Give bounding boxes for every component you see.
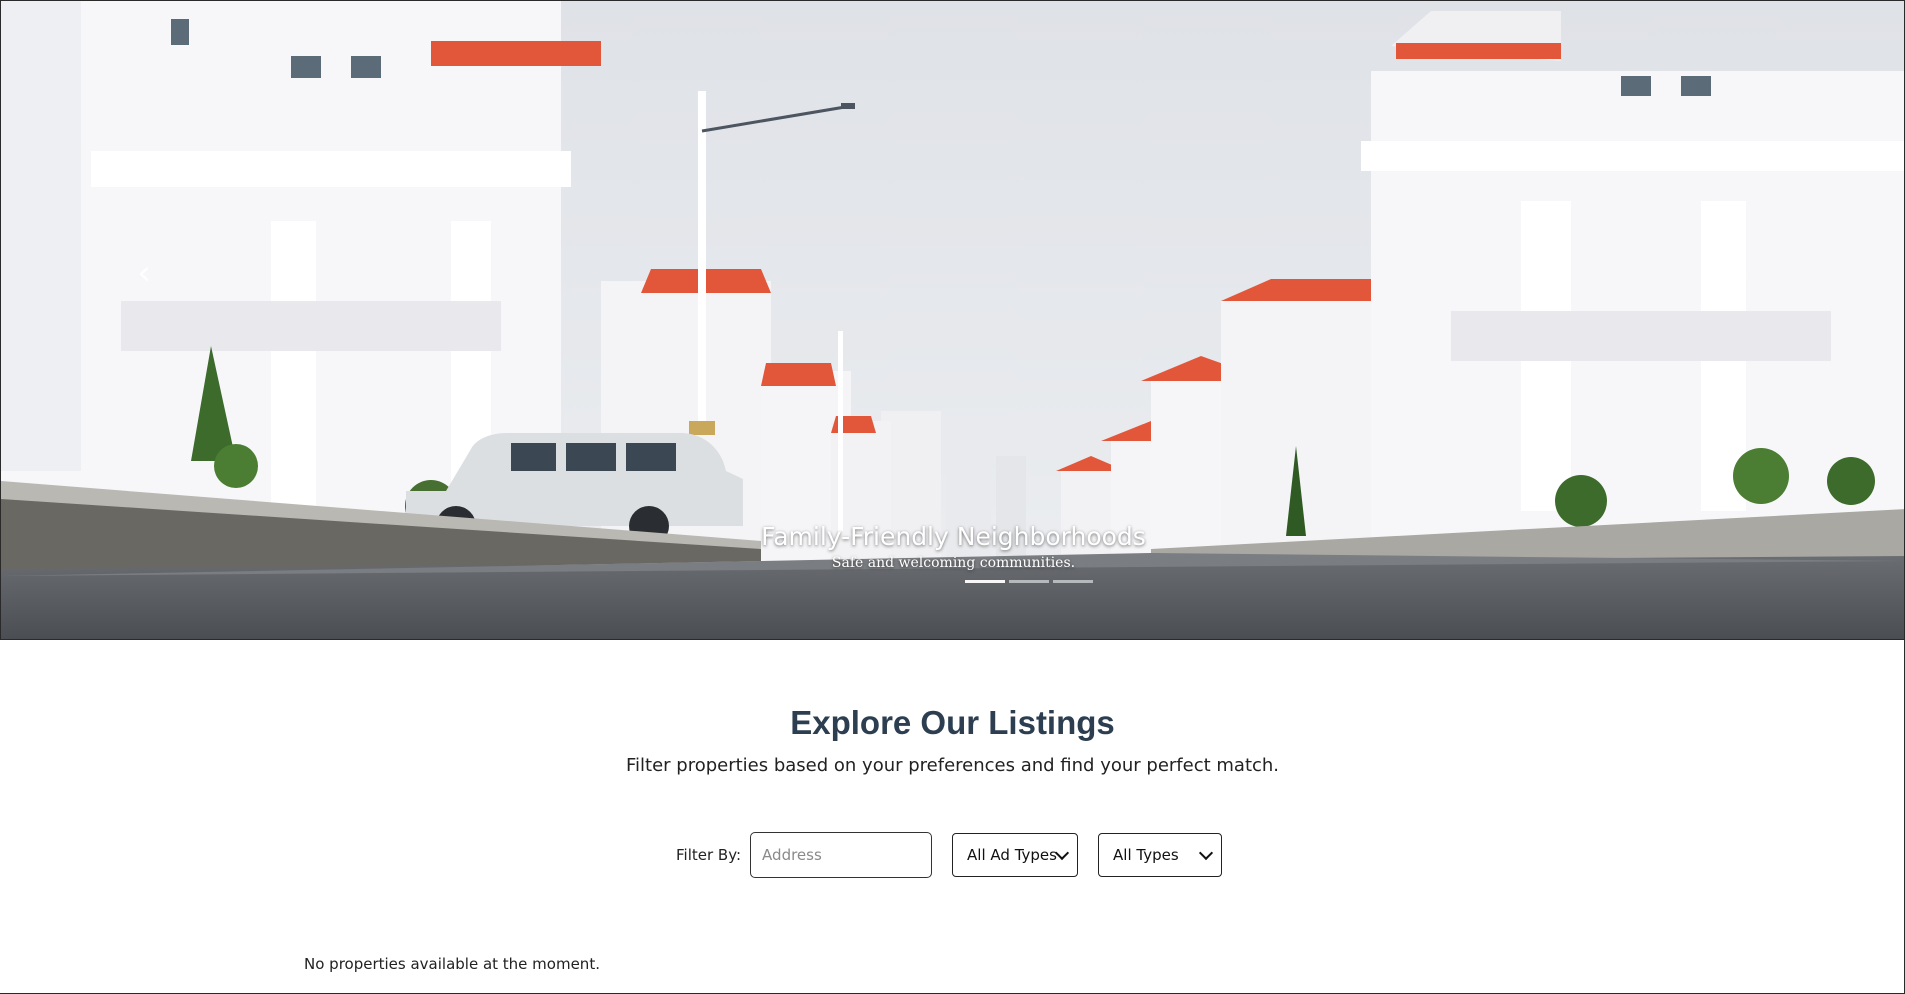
listings-subtitle: Filter properties based on your preferen… bbox=[625, 755, 1280, 776]
chevron-down-icon bbox=[1198, 845, 1214, 861]
hero-subtitle: Safe and welcoming communities. bbox=[831, 555, 1076, 571]
hero-title: Family-Friendly Neighborhoods bbox=[761, 522, 1146, 551]
ad-type-select-value: All Ad Types bbox=[967, 846, 1057, 864]
hero-carousel: ‹ › Family-Friendly Neighborhoods Safe a… bbox=[0, 0, 1905, 640]
property-type-select-value: All Types bbox=[1113, 846, 1179, 864]
listings-title: Explore Our Listings bbox=[790, 704, 1115, 741]
carousel-indicator-3[interactable] bbox=[1053, 580, 1093, 583]
carousel-indicator-2[interactable] bbox=[1009, 580, 1049, 583]
carousel-indicators bbox=[965, 580, 1093, 583]
filter-label: Filter By: bbox=[676, 846, 742, 864]
carousel-caption: Family-Friendly Neighborhoods Safe and w… bbox=[1, 521, 1904, 573]
property-type-select[interactable]: All Types bbox=[1098, 833, 1223, 877]
carousel-prev-icon[interactable]: ‹ bbox=[129, 253, 159, 293]
filter-bar: Filter By: All Ad Types All Types bbox=[676, 832, 1223, 878]
carousel-next-icon[interactable]: › bbox=[1727, 253, 1757, 293]
ad-type-select[interactable]: All Ad Types bbox=[952, 833, 1079, 877]
address-input[interactable] bbox=[750, 832, 933, 878]
carousel-indicator-1[interactable] bbox=[965, 580, 1005, 583]
chevron-down-icon bbox=[1054, 845, 1070, 861]
empty-results-message: No properties available at the moment. bbox=[304, 955, 600, 973]
